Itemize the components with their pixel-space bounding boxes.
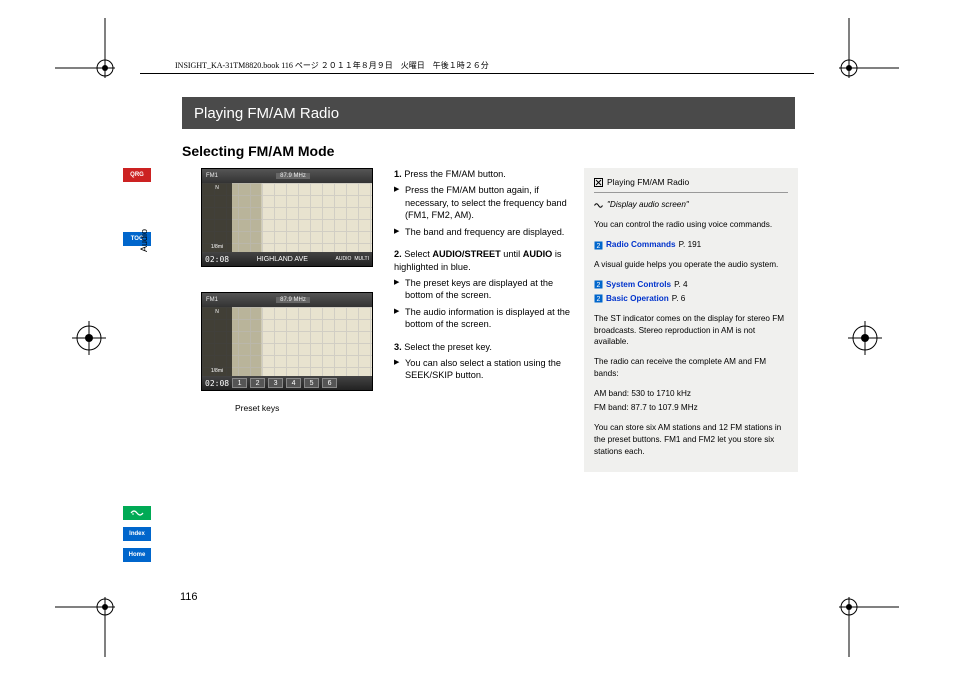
info-sidebar: Playing FM/AM Radio "Display audio scree… <box>584 168 798 472</box>
audio-toggle-icon: AUDIO <box>336 256 352 262</box>
cropmark-bottom-left <box>55 587 125 657</box>
nav-qrg-button[interactable]: QRG <box>123 168 151 182</box>
instruction-list: 1. Press the FM/AM button. Press the FM/… <box>394 168 572 392</box>
compass-north: N <box>215 185 219 191</box>
instruction-step-2: 2. Select AUDIO/STREET until AUDIO is hi… <box>394 248 572 331</box>
document-header-meta: INSIGHT_KA-31TM8820.book 116 ページ ２０１１年８月… <box>175 60 489 71</box>
info-am-band: AM band: 530 to 1710 kHz <box>594 388 788 400</box>
preset-key-4: 4 <box>286 378 301 388</box>
link-basic-operation[interactable]: 2 Basic Operation P. 6 <box>594 293 788 305</box>
link-radio-commands[interactable]: 2 Radio Commands P. 191 <box>594 239 788 251</box>
map-scale: 1/8mi <box>211 244 223 250</box>
cropmark-mid-right <box>848 321 882 355</box>
preset-key-1: 1 <box>232 378 247 388</box>
step-1-text: Press the FM/AM button. <box>404 169 506 179</box>
header-rule <box>140 73 814 74</box>
voice-command-icon <box>130 508 144 518</box>
page-title: Playing FM/AM Radio <box>182 97 795 129</box>
voice-command-quote: "Display audio screen" <box>594 199 788 211</box>
step-3-sub-a: You can also select a station using the … <box>394 357 572 382</box>
cropmark-top-right <box>829 18 899 88</box>
section-label-audio: Audio <box>139 229 149 252</box>
street-name: HIGHLAND AVE <box>232 256 332 263</box>
nav-index-button[interactable]: Index <box>123 527 151 541</box>
nav-home-button[interactable]: Home <box>123 548 151 562</box>
map-scale: 1/8mi <box>211 368 223 374</box>
screenshot-caption: Preset keys <box>235 403 279 413</box>
clock-display: 02:08 <box>205 379 229 388</box>
cropmark-mid-left <box>72 321 106 355</box>
clock-display: 02:08 <box>205 255 229 264</box>
svg-text:2: 2 <box>597 296 601 303</box>
section-heading: Selecting FM/AM Mode <box>182 143 334 159</box>
step-2-text: Select AUDIO/STREET until AUDIO is highl… <box>394 249 562 271</box>
link-icon: 2 <box>594 294 603 303</box>
svg-text:2: 2 <box>597 243 601 250</box>
info-p6: You can store six AM stations and 12 FM … <box>594 422 788 458</box>
instruction-step-3: 3. Select the preset key. You can also s… <box>394 341 572 382</box>
instruction-step-1: 1. Press the FM/AM button. Press the FM/… <box>394 168 572 238</box>
preset-key-6: 6 <box>322 378 337 388</box>
step-3-text: Select the preset key. <box>404 342 492 352</box>
step-2-sub-b: The audio information is displayed at th… <box>394 306 572 331</box>
info-fm-band: FM band: 87.7 to 107.9 MHz <box>594 402 788 414</box>
preset-key-3: 3 <box>268 378 283 388</box>
voice-command-icon <box>594 201 603 210</box>
svg-text:2: 2 <box>597 282 601 289</box>
compass-north: N <box>215 309 219 315</box>
band-indicator: FM1 <box>206 297 218 303</box>
info-heading: Playing FM/AM Radio <box>594 176 788 188</box>
info-p2: A visual guide helps you operate the aud… <box>594 259 788 271</box>
nav-screenshot-2: FM1 87.9 MHz N 1/8mi 02:08 1 2 3 4 5 6 <box>201 292 373 391</box>
info-p1: You can control the radio using voice co… <box>594 219 788 231</box>
frequency-readout: 87.9 MHz <box>276 297 310 303</box>
cropmark-top-left <box>55 18 125 88</box>
nav-screenshot-1: FM1 87.9 MHz N 1/8mi 02:08 HIGHLAND AVE … <box>201 168 373 267</box>
step-1-sub-a: Press the FM/AM button again, if necessa… <box>394 184 572 221</box>
step-2-sub-a: The preset keys are displayed at the bot… <box>394 277 572 302</box>
preset-key-5: 5 <box>304 378 319 388</box>
crossref-icon <box>594 178 603 187</box>
link-icon: 2 <box>594 280 603 289</box>
multi-toggle-icon: MULTI <box>354 256 369 262</box>
frequency-readout: 87.9 MHz <box>276 173 310 179</box>
cropmark-bottom-right <box>829 587 899 657</box>
link-icon: 2 <box>594 241 603 250</box>
link-system-controls[interactable]: 2 System Controls P. 4 <box>594 279 788 291</box>
step-1-sub-b: The band and frequency are displayed. <box>394 226 572 238</box>
info-p4: The radio can receive the complete AM an… <box>594 356 788 380</box>
preset-key-2: 2 <box>250 378 265 388</box>
page-number: 116 <box>180 591 198 603</box>
info-p3: The ST indicator comes on the display fo… <box>594 313 788 349</box>
band-indicator: FM1 <box>206 173 218 179</box>
nav-voice-button[interactable] <box>123 506 151 520</box>
